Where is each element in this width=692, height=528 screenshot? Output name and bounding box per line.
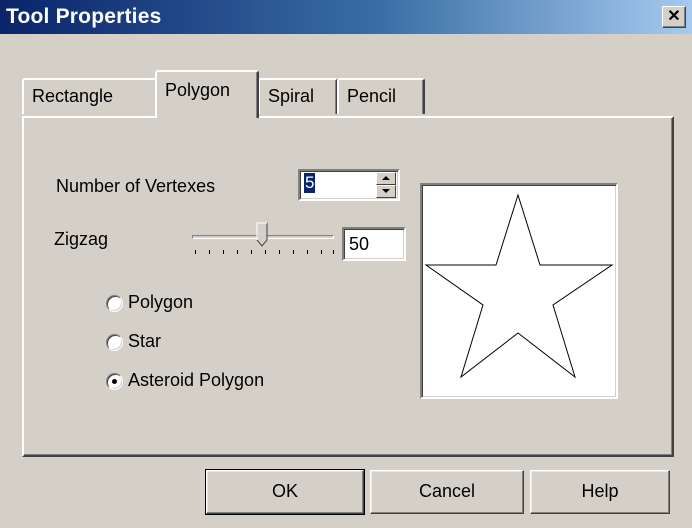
radio-asteroid-polygon[interactable] <box>106 373 123 390</box>
radio-selected-dot <box>112 379 117 384</box>
radio-polygon-label[interactable]: Polygon <box>128 292 193 313</box>
slider-tick <box>237 250 238 254</box>
zigzag-label: Zigzag <box>54 229 109 249</box>
spin-up-button[interactable] <box>376 172 396 185</box>
vertexes-value[interactable]: 5 <box>304 173 316 193</box>
zigzag-slider-thumb[interactable] <box>256 222 268 248</box>
star-preview-icon <box>424 193 614 379</box>
vertexes-spinbox[interactable]: 5 <box>298 169 400 201</box>
slider-tick <box>321 250 322 254</box>
slider-tick <box>209 250 210 254</box>
slider-tick <box>195 250 196 254</box>
radio-polygon[interactable] <box>106 295 123 312</box>
slider-tick <box>293 250 294 254</box>
zigzag-value-field[interactable]: 50 <box>342 227 406 261</box>
slider-tick <box>223 250 224 254</box>
slider-tick <box>279 250 280 254</box>
vertexes-label: Number of Vertexes <box>56 176 216 196</box>
arrow-up-icon <box>382 176 390 180</box>
radio-star[interactable] <box>106 334 123 351</box>
spin-down-button[interactable] <box>376 185 396 198</box>
radio-star-label[interactable]: Star <box>128 331 161 352</box>
slider-tick <box>251 250 252 254</box>
zigzag-value: 50 <box>349 234 370 254</box>
radio-asteroid-polygon-label[interactable]: Asteroid Polygon <box>128 370 264 391</box>
slider-tick <box>307 250 308 254</box>
slider-tick <box>333 250 334 254</box>
shape-preview <box>420 183 618 399</box>
slider-tick <box>265 250 266 254</box>
arrow-down-icon <box>382 189 390 193</box>
